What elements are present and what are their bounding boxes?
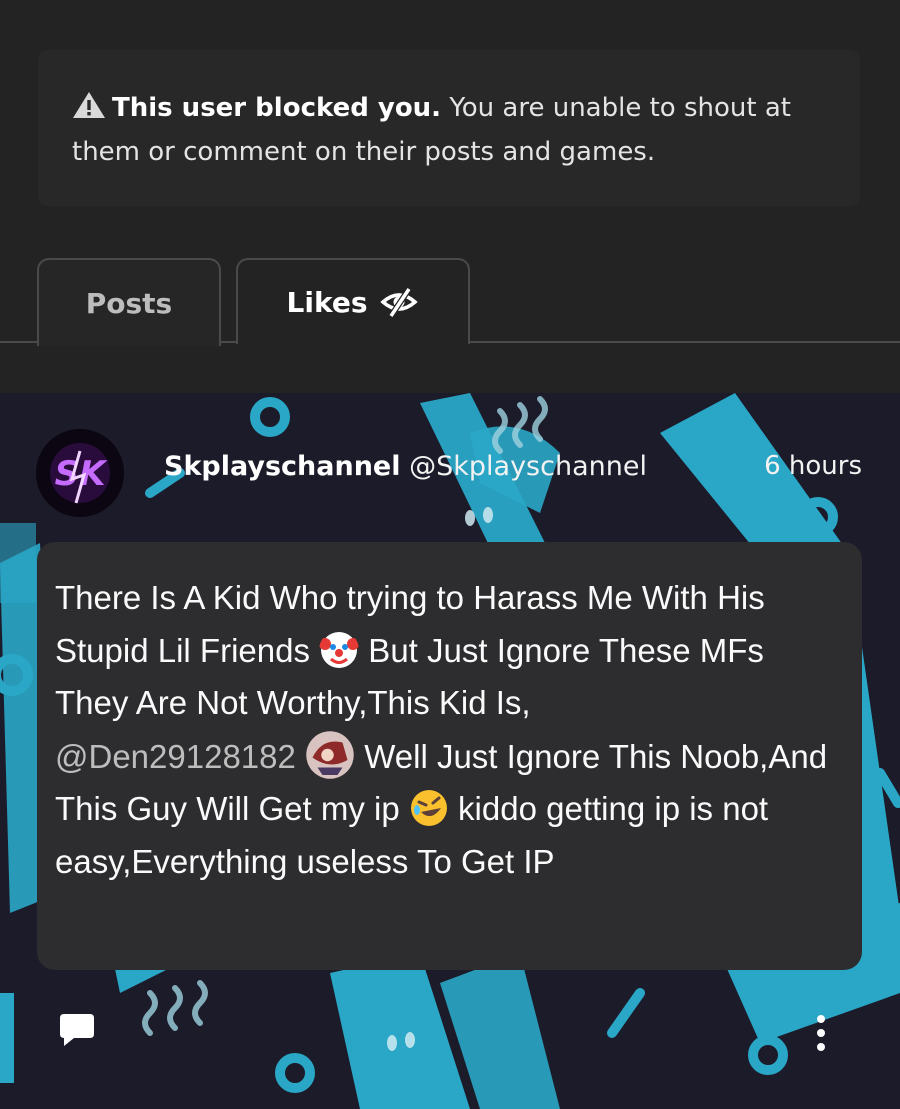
post-body: There Is A Kid Who trying to Harass Me W… bbox=[55, 572, 838, 888]
warning-triangle-icon bbox=[73, 92, 105, 118]
author-avatar[interactable]: SK bbox=[36, 429, 124, 517]
post-timestamp: 6 hours bbox=[764, 451, 862, 481]
clown-face-emoji bbox=[319, 631, 360, 668]
post-mention-link[interactable]: @Den29128182 bbox=[55, 738, 296, 775]
tab-likes[interactable]: Likes bbox=[236, 258, 470, 344]
post-author: Skplayschannel @Skplayschannel bbox=[164, 451, 647, 482]
tab-likes-label: Likes bbox=[286, 285, 368, 319]
blocked-notice-text: This user blocked you. You are unable to… bbox=[72, 86, 832, 174]
mention-avatar-image bbox=[306, 730, 354, 779]
author-handle[interactable]: @Skplayschannel bbox=[409, 451, 647, 482]
blocked-notice: This user blocked you. You are unable to… bbox=[38, 50, 860, 206]
post-bubble: There Is A Kid Who trying to Harass Me W… bbox=[37, 542, 862, 970]
comment-icon[interactable] bbox=[58, 1012, 96, 1048]
author-name[interactable]: Skplayschannel bbox=[164, 451, 401, 482]
rolling-laughing-emoji bbox=[410, 790, 447, 826]
sk-logo-icon: SK bbox=[36, 429, 124, 517]
more-options-icon[interactable] bbox=[812, 1013, 830, 1053]
tab-posts-label: Posts bbox=[85, 286, 173, 320]
tab-posts[interactable]: Posts bbox=[37, 258, 221, 346]
hidden-eye-icon bbox=[380, 287, 419, 318]
blocked-notice-heading: This user blocked you. bbox=[112, 93, 442, 123]
post-card: SK Skplayschannel @Skplayschannel 6 hour… bbox=[0, 393, 900, 1109]
